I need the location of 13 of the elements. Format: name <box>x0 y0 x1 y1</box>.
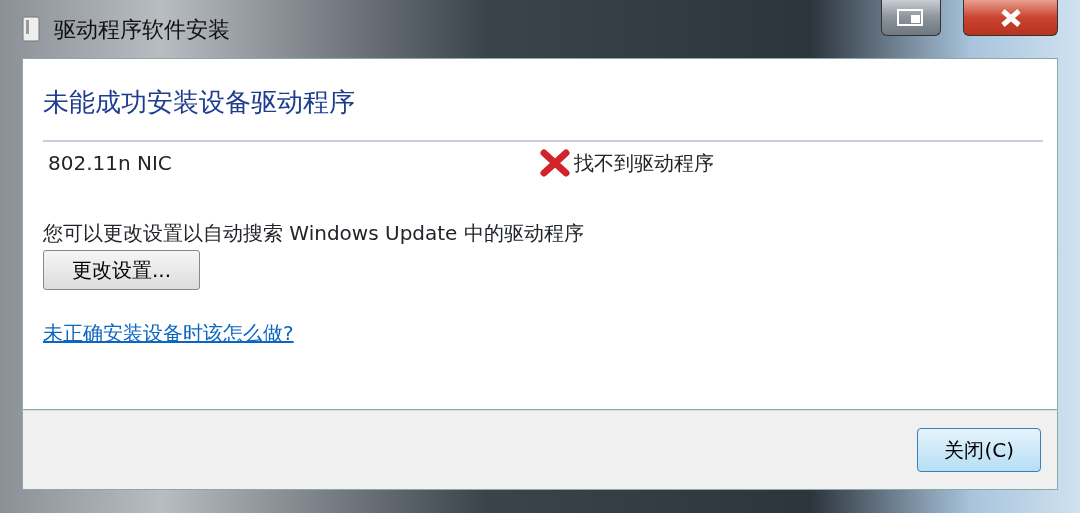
status-text: 找不到驱动程序 <box>574 150 714 178</box>
close-icon <box>999 8 1022 27</box>
document-icon <box>22 16 40 42</box>
restore-icon <box>896 7 926 28</box>
change-settings-button[interactable]: 更改设置... <box>43 250 201 291</box>
device-name: 802.11n NIC <box>47 150 173 178</box>
hint-text: 您可以更改设置以自动搜索 Windows Update 中的驱动程序 <box>43 220 585 248</box>
window-title: 驱动程序软件安装 <box>54 15 230 44</box>
dialog-heading: 未能成功安装设备驱动程序 <box>43 87 356 119</box>
close-dialog-button[interactable]: 关闭(C) <box>917 428 1041 472</box>
restore-button[interactable] <box>881 0 941 36</box>
close-button[interactable] <box>963 0 1058 36</box>
help-link[interactable]: 未正确安装设备时该怎么做? <box>43 318 294 349</box>
